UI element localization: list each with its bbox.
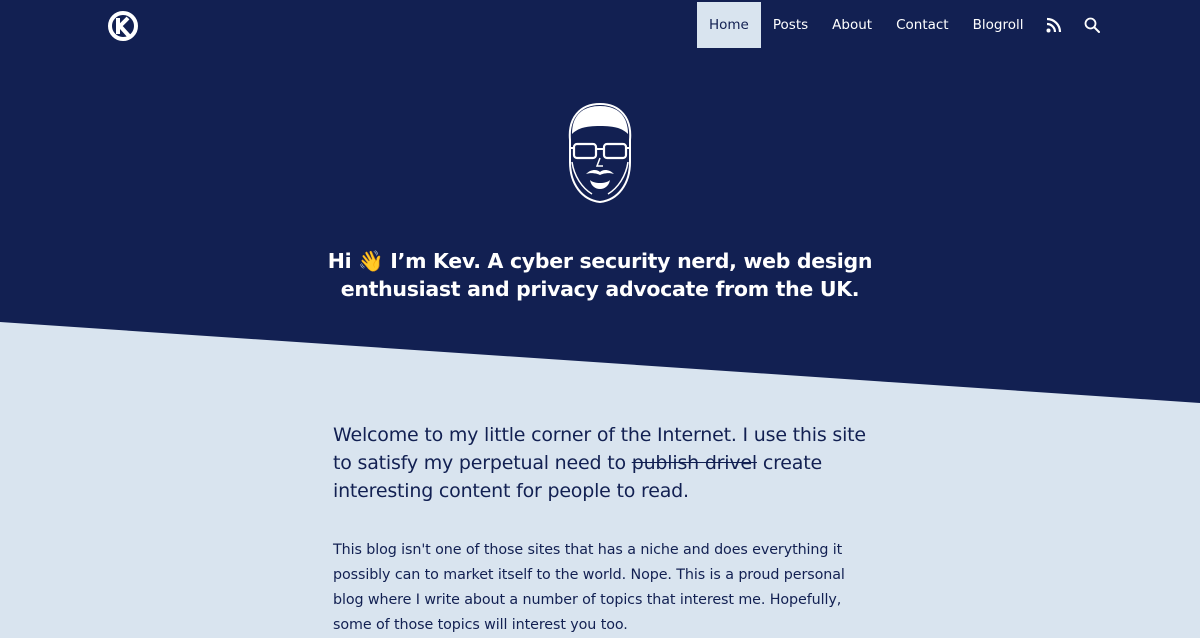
search-button[interactable]: [1073, 2, 1111, 48]
intro-paragraph: Welcome to my little corner of the Inter…: [333, 421, 878, 505]
hero-tagline: Hi 👋 I’m Kev. A cyber security nerd, web…: [300, 247, 900, 303]
nav-item-about[interactable]: About: [820, 2, 884, 48]
site-header: Home Posts About Contact Blogroll: [0, 0, 1200, 50]
main-navigation: Home Posts About Contact Blogroll: [697, 2, 1111, 48]
nav-item-posts[interactable]: Posts: [761, 2, 820, 48]
search-icon: [1085, 17, 1101, 33]
main-content: Welcome to my little corner of the Inter…: [333, 421, 878, 638]
struck-text: publish drivel: [631, 452, 757, 474]
nav-item-contact[interactable]: Contact: [884, 2, 961, 48]
rss-link[interactable]: [1035, 2, 1073, 48]
tagline-line-1: Hi 👋 I’m Kev. A cyber security nerd, web…: [327, 249, 873, 273]
site-logo[interactable]: [107, 10, 139, 42]
rss-icon: [1046, 17, 1062, 33]
tagline-line-2: enthusiast and privacy advocate from the…: [340, 277, 860, 301]
nav-item-blogroll[interactable]: Blogroll: [961, 2, 1036, 48]
bearded-face-avatar: [568, 102, 632, 204]
k-logo-icon: [108, 11, 138, 41]
about-paragraph: This blog isn't one of those sites that …: [333, 542, 845, 633]
nav-item-home[interactable]: Home: [697, 2, 761, 48]
